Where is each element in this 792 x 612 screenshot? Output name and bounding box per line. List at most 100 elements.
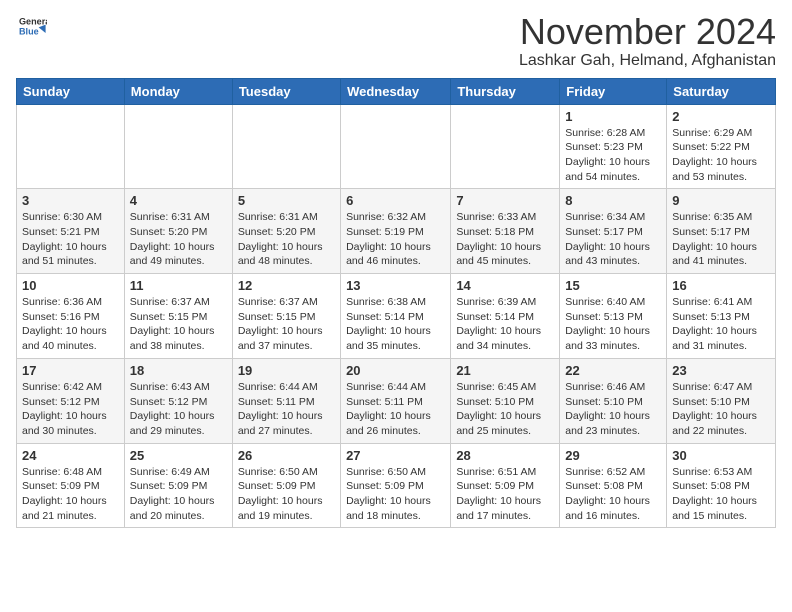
table-row: 23Sunrise: 6:47 AM Sunset: 5:10 PM Dayli… [667,358,776,443]
table-row: 28Sunrise: 6:51 AM Sunset: 5:09 PM Dayli… [451,443,560,528]
table-row [232,104,340,189]
day-info: Sunrise: 6:28 AM Sunset: 5:23 PM Dayligh… [565,126,661,185]
table-row: 19 Sunrise: 6:44 AM Sunset: 5:11 PM Dayli… [232,358,340,443]
day-info: Sunrise: 6:44 AM Sunset: 5:11 PM Dayligh… [238,380,335,439]
day-number: 5 [238,193,335,208]
table-row: 18 Sunrise: 6:43 AM Sunset: 5:12 PM Dayli… [124,358,232,443]
day-number: 4 [130,193,227,208]
day-info: Sunrise: 6:50 AM Sunset: 5:09 PM Dayligh… [346,465,445,524]
day-info: Sunrise: 6:50 AM Sunset: 5:09 PM Dayligh… [238,465,335,524]
day-info: Sunrise: 6:31 AM Sunset: 5:20 PM Dayligh… [130,210,227,269]
table-row: 2Sunrise: 6:29 AM Sunset: 5:22 PM Daylig… [667,104,776,189]
calendar-week-row: 3 Sunrise: 6:30 AM Sunset: 5:21 PM Daylig… [17,189,776,274]
table-row: 24 Sunrise: 6:48 AM Sunset: 5:09 PM Dayli… [17,443,125,528]
day-number: 19 [238,363,335,378]
table-row: 3 Sunrise: 6:30 AM Sunset: 5:21 PM Daylig… [17,189,125,274]
day-info: Sunrise: 6:42 AM Sunset: 5:12 PM Dayligh… [22,380,119,439]
logo: General Blue [16,12,47,45]
logo-area: General Blue [16,12,47,45]
calendar-header-row: Sunday Monday Tuesday Wednesday Thursday… [17,78,776,104]
table-row [451,104,560,189]
day-info: Sunrise: 6:48 AM Sunset: 5:09 PM Dayligh… [22,465,119,524]
table-row: 22 Sunrise: 6:46 AM Sunset: 5:10 PM Dayli… [560,358,667,443]
col-tuesday: Tuesday [232,78,340,104]
day-number: 26 [238,448,335,463]
col-thursday: Thursday [451,78,560,104]
col-sunday: Sunday [17,78,125,104]
day-number: 18 [130,363,227,378]
table-row: 29 Sunrise: 6:52 AM Sunset: 5:08 PM Dayli… [560,443,667,528]
day-number: 16 [672,278,770,293]
table-row: 7Sunrise: 6:33 AM Sunset: 5:18 PM Daylig… [451,189,560,274]
table-row: 12Sunrise: 6:37 AM Sunset: 5:15 PM Dayli… [232,274,340,359]
table-row: 14 Sunrise: 6:39 AM Sunset: 5:14 PM Dayli… [451,274,560,359]
day-number: 3 [22,193,119,208]
day-info: Sunrise: 6:52 AM Sunset: 5:08 PM Dayligh… [565,465,661,524]
day-info: Sunrise: 6:43 AM Sunset: 5:12 PM Dayligh… [130,380,227,439]
day-info: Sunrise: 6:37 AM Sunset: 5:15 PM Dayligh… [130,295,227,354]
day-info: Sunrise: 6:44 AM Sunset: 5:11 PM Dayligh… [346,380,445,439]
table-row: 17 Sunrise: 6:42 AM Sunset: 5:12 PM Dayli… [17,358,125,443]
day-number: 30 [672,448,770,463]
day-info: Sunrise: 6:34 AM Sunset: 5:17 PM Dayligh… [565,210,661,269]
day-info: Sunrise: 6:33 AM Sunset: 5:18 PM Dayligh… [456,210,554,269]
day-number: 8 [565,193,661,208]
day-info: Sunrise: 6:37 AM Sunset: 5:15 PM Dayligh… [238,295,335,354]
day-info: Sunrise: 6:32 AM Sunset: 5:19 PM Dayligh… [346,210,445,269]
day-info: Sunrise: 6:35 AM Sunset: 5:17 PM Dayligh… [672,210,770,269]
day-info: Sunrise: 6:30 AM Sunset: 5:21 PM Dayligh… [22,210,119,269]
day-number: 25 [130,448,227,463]
day-number: 17 [22,363,119,378]
table-row: 21Sunrise: 6:45 AM Sunset: 5:10 PM Dayli… [451,358,560,443]
table-row: 11 Sunrise: 6:37 AM Sunset: 5:15 PM Dayli… [124,274,232,359]
table-row: 25 Sunrise: 6:49 AM Sunset: 5:09 PM Dayli… [124,443,232,528]
day-info: Sunrise: 6:46 AM Sunset: 5:10 PM Dayligh… [565,380,661,439]
day-info: Sunrise: 6:45 AM Sunset: 5:10 PM Dayligh… [456,380,554,439]
day-number: 14 [456,278,554,293]
table-row: 1 Sunrise: 6:28 AM Sunset: 5:23 PM Daylig… [560,104,667,189]
col-monday: Monday [124,78,232,104]
day-number: 28 [456,448,554,463]
svg-text:Blue: Blue [19,26,39,36]
day-number: 22 [565,363,661,378]
day-number: 11 [130,278,227,293]
table-row [124,104,232,189]
day-info: Sunrise: 6:47 AM Sunset: 5:10 PM Dayligh… [672,380,770,439]
day-number: 9 [672,193,770,208]
table-row: 5 Sunrise: 6:31 AM Sunset: 5:20 PM Daylig… [232,189,340,274]
table-row: 26 Sunrise: 6:50 AM Sunset: 5:09 PM Dayli… [232,443,340,528]
day-number: 13 [346,278,445,293]
day-info: Sunrise: 6:38 AM Sunset: 5:14 PM Dayligh… [346,295,445,354]
col-saturday: Saturday [667,78,776,104]
table-row: 10Sunrise: 6:36 AM Sunset: 5:16 PM Dayli… [17,274,125,359]
table-row [17,104,125,189]
day-info: Sunrise: 6:53 AM Sunset: 5:08 PM Dayligh… [672,465,770,524]
day-info: Sunrise: 6:36 AM Sunset: 5:16 PM Dayligh… [22,295,119,354]
table-row: 4 Sunrise: 6:31 AM Sunset: 5:20 PM Daylig… [124,189,232,274]
day-info: Sunrise: 6:39 AM Sunset: 5:14 PM Dayligh… [456,295,554,354]
title-area: November 2024 Lashkar Gah, Helmand, Afgh… [519,12,776,70]
table-row: 15Sunrise: 6:40 AM Sunset: 5:13 PM Dayli… [560,274,667,359]
header: General Blue November 2024 Lashkar Gah, … [16,12,776,70]
col-friday: Friday [560,78,667,104]
day-info: Sunrise: 6:41 AM Sunset: 5:13 PM Dayligh… [672,295,770,354]
day-number: 29 [565,448,661,463]
day-info: Sunrise: 6:31 AM Sunset: 5:20 PM Dayligh… [238,210,335,269]
calendar-table: Sunday Monday Tuesday Wednesday Thursday… [16,78,776,529]
table-row: 9 Sunrise: 6:35 AM Sunset: 5:17 PM Daylig… [667,189,776,274]
month-title: November 2024 [519,12,776,52]
day-number: 24 [22,448,119,463]
day-number: 1 [565,109,661,124]
svg-text:General: General [19,17,47,27]
day-number: 2 [672,109,770,124]
table-row: 8 Sunrise: 6:34 AM Sunset: 5:17 PM Daylig… [560,189,667,274]
day-info: Sunrise: 6:40 AM Sunset: 5:13 PM Dayligh… [565,295,661,354]
day-info: Sunrise: 6:49 AM Sunset: 5:09 PM Dayligh… [130,465,227,524]
table-row: 13 Sunrise: 6:38 AM Sunset: 5:14 PM Dayli… [341,274,451,359]
table-row: 27Sunrise: 6:50 AM Sunset: 5:09 PM Dayli… [341,443,451,528]
page: General Blue November 2024 Lashkar Gah, … [0,0,792,540]
day-number: 6 [346,193,445,208]
table-row: 20Sunrise: 6:44 AM Sunset: 5:11 PM Dayli… [341,358,451,443]
logo-icon: General Blue [19,12,47,40]
calendar-week-row: 17 Sunrise: 6:42 AM Sunset: 5:12 PM Dayli… [17,358,776,443]
